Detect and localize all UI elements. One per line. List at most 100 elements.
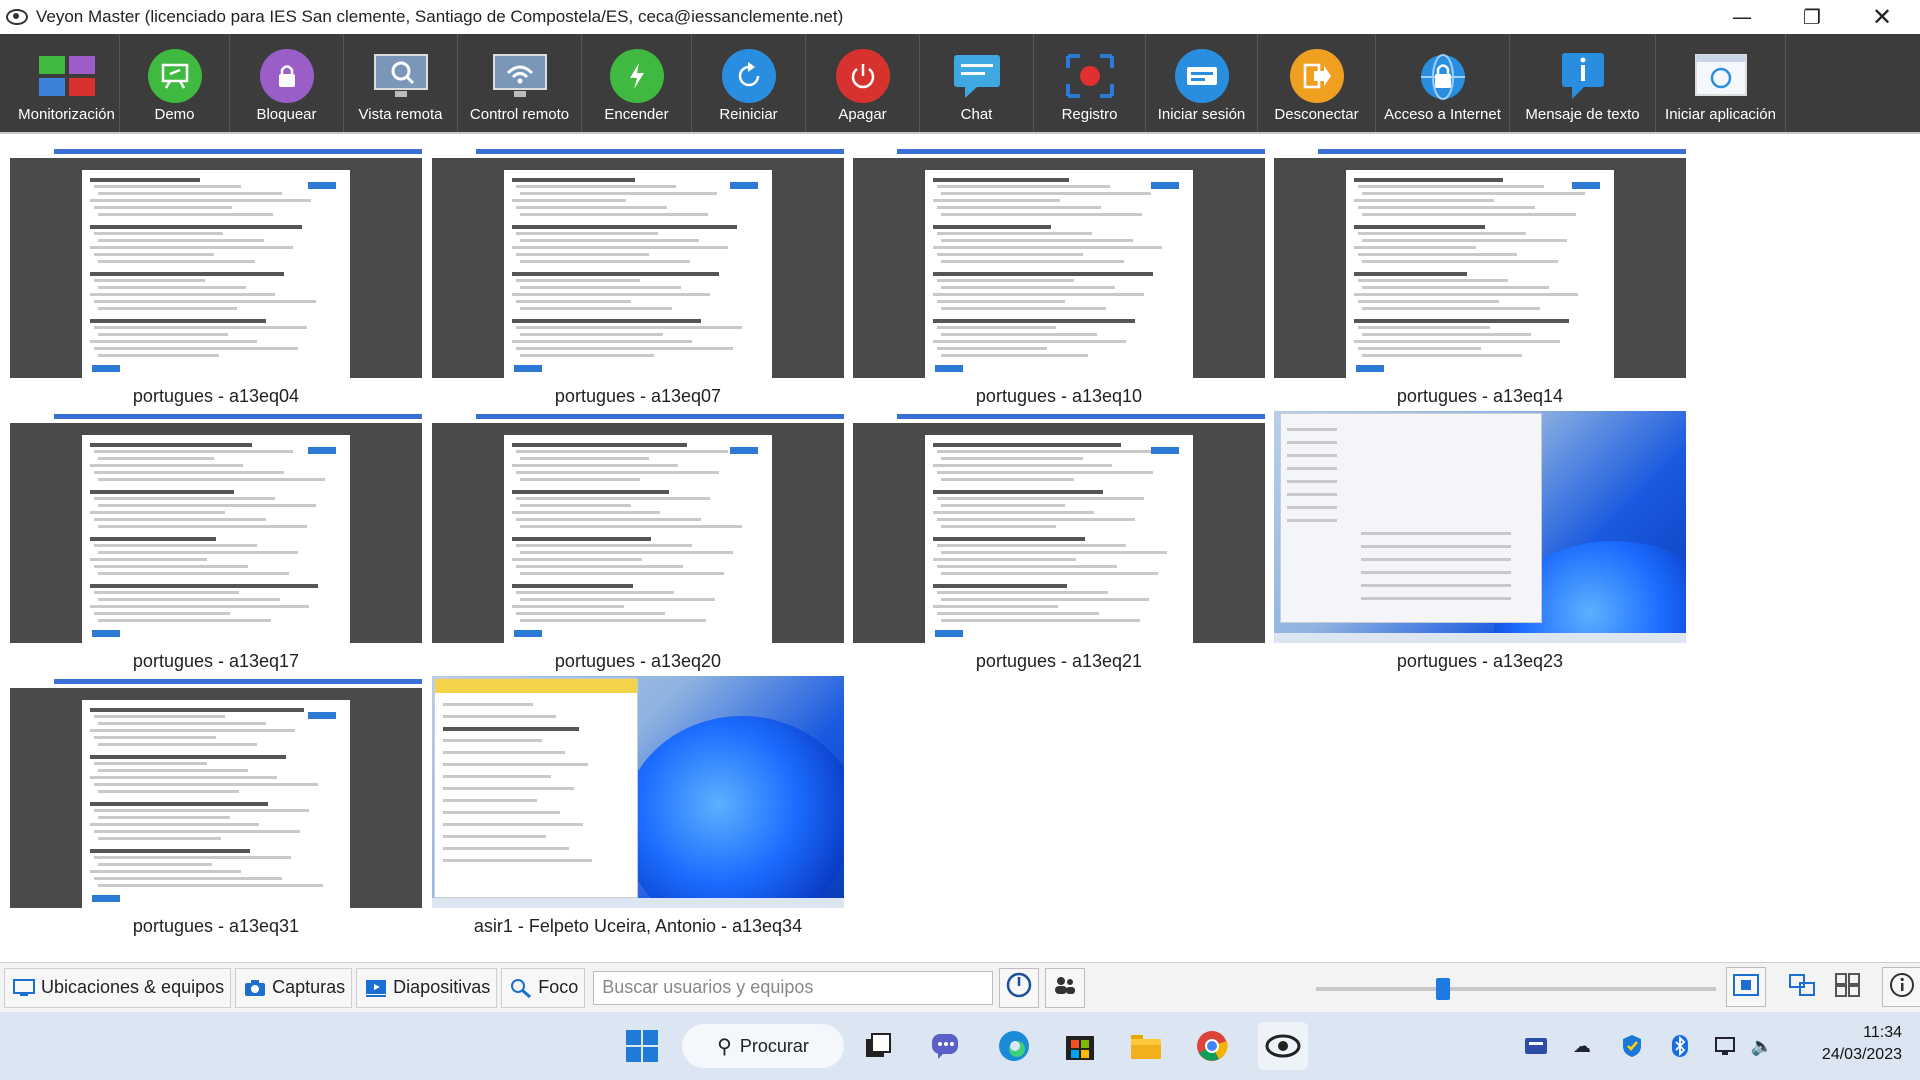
computer-tile[interactable]: portugues - a13eq17 — [10, 411, 422, 672]
teams-chat-icon[interactable] — [926, 1026, 966, 1066]
arrange-button[interactable] — [1782, 967, 1822, 1007]
toolbar-button-monitoring[interactable]: Monitorización — [14, 34, 120, 132]
toolbar-button-power-on[interactable]: Encender — [582, 34, 692, 132]
onedrive-offline-icon[interactable]: ☁ — [1568, 1034, 1596, 1058]
zoom-slider-handle[interactable] — [1435, 978, 1450, 1000]
computer-tile[interactable]: portugues - a13eq23 — [1274, 411, 1686, 672]
minimize-icon[interactable]: — — [1712, 0, 1772, 34]
remote-browser-view — [432, 160, 844, 378]
toolbar-button-lock[interactable]: Bloquear — [230, 34, 344, 132]
remote-browser-tabbar — [10, 676, 422, 688]
computer-tile[interactable]: portugues - a13eq31 — [10, 676, 422, 937]
volume-icon[interactable]: 🔈 — [1748, 1034, 1776, 1058]
security-shield-icon[interactable] — [1618, 1034, 1646, 1058]
computer-name-label: portugues - a13eq07 — [554, 386, 722, 406]
power-off-icon — [833, 48, 893, 104]
task-view-icon[interactable] — [858, 1026, 898, 1066]
file-explorer-icon[interactable] — [1126, 1026, 1166, 1066]
taskbar-clock[interactable]: 11:34 24/03/2023 — [1790, 1022, 1902, 1066]
main-toolbar: Monitorización Demo Bloquear Vista remota Co… — [0, 34, 1920, 132]
computer-screen-thumbnail[interactable] — [432, 411, 844, 643]
fit-screen-button[interactable] — [1726, 967, 1766, 1007]
computer-screen-thumbnail[interactable] — [853, 411, 1265, 643]
remote-document-page — [82, 435, 350, 643]
computer-screen-thumbnail[interactable] — [432, 146, 844, 378]
slideshow-label: Diapositivas — [393, 977, 491, 997]
title-bar: Veyon Master (licenciado para IES San cl… — [0, 0, 1920, 34]
power-toggle-button[interactable] — [999, 967, 1040, 1008]
maximize-icon[interactable]: ❐ — [1782, 0, 1842, 34]
user-groups-button[interactable] — [1045, 967, 1086, 1008]
toolbar-button-label: Encender — [604, 106, 669, 123]
taskbar-search-button[interactable]: ⚲ Procurar — [682, 1024, 844, 1068]
toolbar-button-logout[interactable]: Desconectar — [1258, 34, 1376, 132]
toolbar-button-label: Mensaje de texto — [1525, 106, 1640, 123]
toolbar-button-demo[interactable]: Demo — [120, 34, 230, 132]
computer-screen-thumbnail[interactable] — [10, 146, 422, 378]
chrome-browser-icon[interactable] — [1192, 1026, 1232, 1066]
notification-icon[interactable] — [1522, 1034, 1550, 1058]
computer-tile[interactable]: portugues - a13eq10 — [853, 146, 1265, 407]
remote-browser-tabbar — [432, 146, 844, 158]
toolbar-button-remote-view[interactable]: Vista remota — [344, 34, 458, 132]
screenshot-icon — [1060, 48, 1120, 104]
toolbar-button-chat[interactable]: Chat — [920, 34, 1034, 132]
computer-screen-thumbnail[interactable] — [1274, 146, 1686, 378]
computer-screen-thumbnail[interactable] — [1274, 411, 1686, 643]
computer-name-label: portugues - a13eq04 — [132, 386, 300, 406]
toolbar-button-reboot[interactable]: Reiniciar — [692, 34, 806, 132]
users-icon — [1052, 974, 1078, 1001]
computer-screen-thumbnail[interactable] — [432, 676, 844, 908]
locations-computers-button[interactable]: Ubicaciones & equipos — [4, 967, 232, 1008]
slideshow-button[interactable]: Diapositivas — [356, 967, 498, 1008]
remote-browser-view — [853, 425, 1265, 643]
computer-tile[interactable]: asir1 - Felpeto Uceira, Antonio - a13eq3… — [432, 676, 844, 937]
computer-tile[interactable]: portugues - a13eq07 — [432, 146, 844, 407]
edge-browser-icon[interactable] — [994, 1026, 1034, 1066]
toolbar-button-text-message[interactable]: Mensaje de texto — [1510, 34, 1656, 132]
arrange-icon — [1789, 973, 1815, 1001]
remote-document-page — [925, 435, 1193, 643]
start-menu-icon[interactable] — [622, 1026, 662, 1066]
bluetooth-icon[interactable] — [1666, 1034, 1694, 1058]
demo-icon — [145, 48, 205, 104]
screenshots-button[interactable]: Capturas — [235, 967, 353, 1008]
remote-document-page — [82, 170, 350, 378]
computer-tile[interactable]: portugues - a13eq14 — [1274, 146, 1686, 407]
computer-tile[interactable]: portugues - a13eq21 — [853, 411, 1265, 672]
taskbar-search-label: Procurar — [739, 1035, 809, 1056]
grid-layout-button[interactable] — [1828, 967, 1868, 1007]
toolbar-button-label: Control remoto — [469, 106, 570, 123]
computer-name-label: portugues - a13eq14 — [1396, 386, 1564, 406]
toolbar-button-remote-control[interactable]: Control remoto — [458, 34, 582, 132]
toolbar-button-internet-access[interactable]: Acceso a Internet — [1376, 34, 1510, 132]
toolbar-button-power-off[interactable]: Apagar — [806, 34, 920, 132]
toolbar-button-screenshot[interactable]: Registro — [1034, 34, 1146, 132]
microsoft-store-icon[interactable] — [1060, 1026, 1100, 1066]
toolbar-button-login[interactable]: Iniciar sesión — [1146, 34, 1258, 132]
network-icon[interactable] — [1712, 1034, 1740, 1058]
toolbar-button-label: Vista remota — [358, 106, 443, 123]
computer-tile[interactable]: portugues - a13eq04 — [10, 146, 422, 407]
lock-icon — [257, 48, 317, 104]
toolbar-button-label: Bloquear — [256, 106, 317, 123]
toolbar-button-label: Monitorización — [18, 106, 115, 123]
toolbar-button-start-app[interactable]: Iniciar aplicación — [1656, 34, 1786, 132]
focus-button[interactable]: Foco — [501, 967, 586, 1008]
computer-screen-thumbnail[interactable] — [10, 411, 422, 643]
computer-tile[interactable]: portugues - a13eq20 — [432, 411, 844, 672]
search-users-computers-input[interactable]: Buscar usuarios y equipos — [593, 970, 994, 1005]
window-title: Veyon Master (licenciado para IES San cl… — [36, 7, 844, 26]
toolbar-button-label: Demo — [154, 106, 195, 123]
zoom-slider[interactable] — [1316, 978, 1716, 1000]
veyon-taskbar-icon[interactable] — [1258, 1022, 1308, 1070]
grid-icon — [1835, 972, 1861, 1002]
computer-screen-thumbnail[interactable] — [10, 676, 422, 908]
toolbar-button-label: Acceso a Internet — [1384, 106, 1501, 123]
close-icon[interactable]: ✕ — [1852, 0, 1912, 34]
computer-screen-thumbnail[interactable] — [853, 146, 1265, 378]
info-icon — [1889, 972, 1915, 1003]
about-button[interactable] — [1882, 967, 1920, 1007]
remote-document-page — [1346, 170, 1614, 378]
search-placeholder: Buscar usuarios y equipos — [602, 976, 814, 997]
